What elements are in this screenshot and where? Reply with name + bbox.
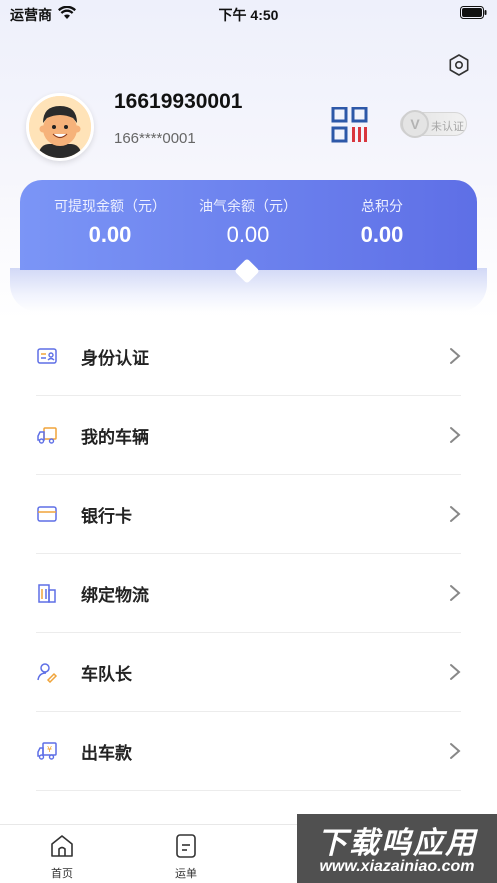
- withdrawable-label: 可提现金额（元）: [54, 198, 166, 214]
- withdrawable-value: 0.00: [88, 222, 132, 247]
- menu-item-my-vehicles[interactable]: 我的车辆: [36, 396, 461, 475]
- verify-status-label: 未认证: [431, 121, 464, 133]
- menu-label-truck-payment: 出车款: [81, 744, 132, 763]
- qr-code-icon[interactable]: [331, 107, 369, 143]
- points-value: 0.00: [360, 222, 404, 247]
- menu-list: 身份认证 我的车辆 银行卡 绑定物流 车队长 ¥ 出车款: [36, 317, 461, 791]
- avatar[interactable]: [26, 93, 94, 161]
- chevron-right-icon: [450, 743, 461, 759]
- id-card-icon: [37, 348, 57, 364]
- menu-label-my-vehicles: 我的车辆: [81, 428, 149, 447]
- menu-item-identity[interactable]: 身份认证: [36, 317, 461, 396]
- tab-label-home: 首页: [51, 868, 73, 880]
- menu-item-fleet-leader[interactable]: 车队长: [36, 633, 461, 712]
- chevron-right-icon: [450, 585, 461, 601]
- tab-home[interactable]: 首页: [27, 833, 97, 881]
- status-time: 下午 4:50: [218, 7, 279, 23]
- battery-icon: [460, 6, 487, 19]
- chevron-right-icon: [450, 506, 461, 522]
- watermark-url-text: www.xiazainiao.com: [319, 858, 475, 875]
- menu-label-identity: 身份认证: [81, 349, 149, 368]
- fleet-leader-icon: [37, 663, 58, 683]
- svg-text:¥: ¥: [47, 745, 52, 754]
- points-balance[interactable]: 总积分 0.00: [302, 196, 462, 248]
- settings-gear-icon[interactable]: [447, 53, 471, 77]
- verification-badge[interactable]: V 未认证: [400, 110, 467, 138]
- chevron-right-icon: [450, 427, 461, 443]
- chevron-right-icon: [450, 348, 461, 364]
- points-label: 总积分: [361, 198, 403, 214]
- menu-label-bank-card: 银行卡: [81, 507, 132, 526]
- status-bar: 运营商 下午 4:50: [0, 0, 497, 28]
- waybill-icon: [176, 834, 196, 858]
- balance-card: 可提现金额（元） 0.00 油气余额（元） 0.00 总积分 0.00: [20, 180, 477, 270]
- user-phone: 16619930001: [114, 90, 243, 113]
- verify-v-icon: V: [401, 110, 429, 138]
- menu-item-bank-card[interactable]: 银行卡: [36, 475, 461, 554]
- menu-item-bind-logistics[interactable]: 绑定物流: [36, 554, 461, 633]
- watermark-main-text: 下载呜应用: [317, 827, 477, 860]
- home-icon: [51, 835, 73, 857]
- chevron-right-icon: [450, 664, 461, 680]
- tab-label-waybill: 运单: [175, 868, 197, 880]
- tab-waybill[interactable]: 运单: [151, 833, 221, 881]
- truck-icon: [37, 427, 57, 444]
- building-icon: [38, 584, 56, 603]
- user-phone-masked: 166****0001: [114, 130, 196, 147]
- withdrawable-balance[interactable]: 可提现金额（元） 0.00: [30, 196, 190, 248]
- menu-label-bind-logistics: 绑定物流: [81, 586, 149, 605]
- watermark-logo: 下载呜应用 www.xiazainiao.com: [297, 814, 497, 883]
- bank-card-icon: [37, 506, 57, 522]
- menu-item-truck-payment[interactable]: ¥ 出车款: [36, 712, 461, 791]
- truck-payment-icon: ¥: [37, 742, 57, 760]
- menu-label-fleet-leader: 车队长: [81, 665, 132, 684]
- avatar-face-icon: [29, 96, 91, 158]
